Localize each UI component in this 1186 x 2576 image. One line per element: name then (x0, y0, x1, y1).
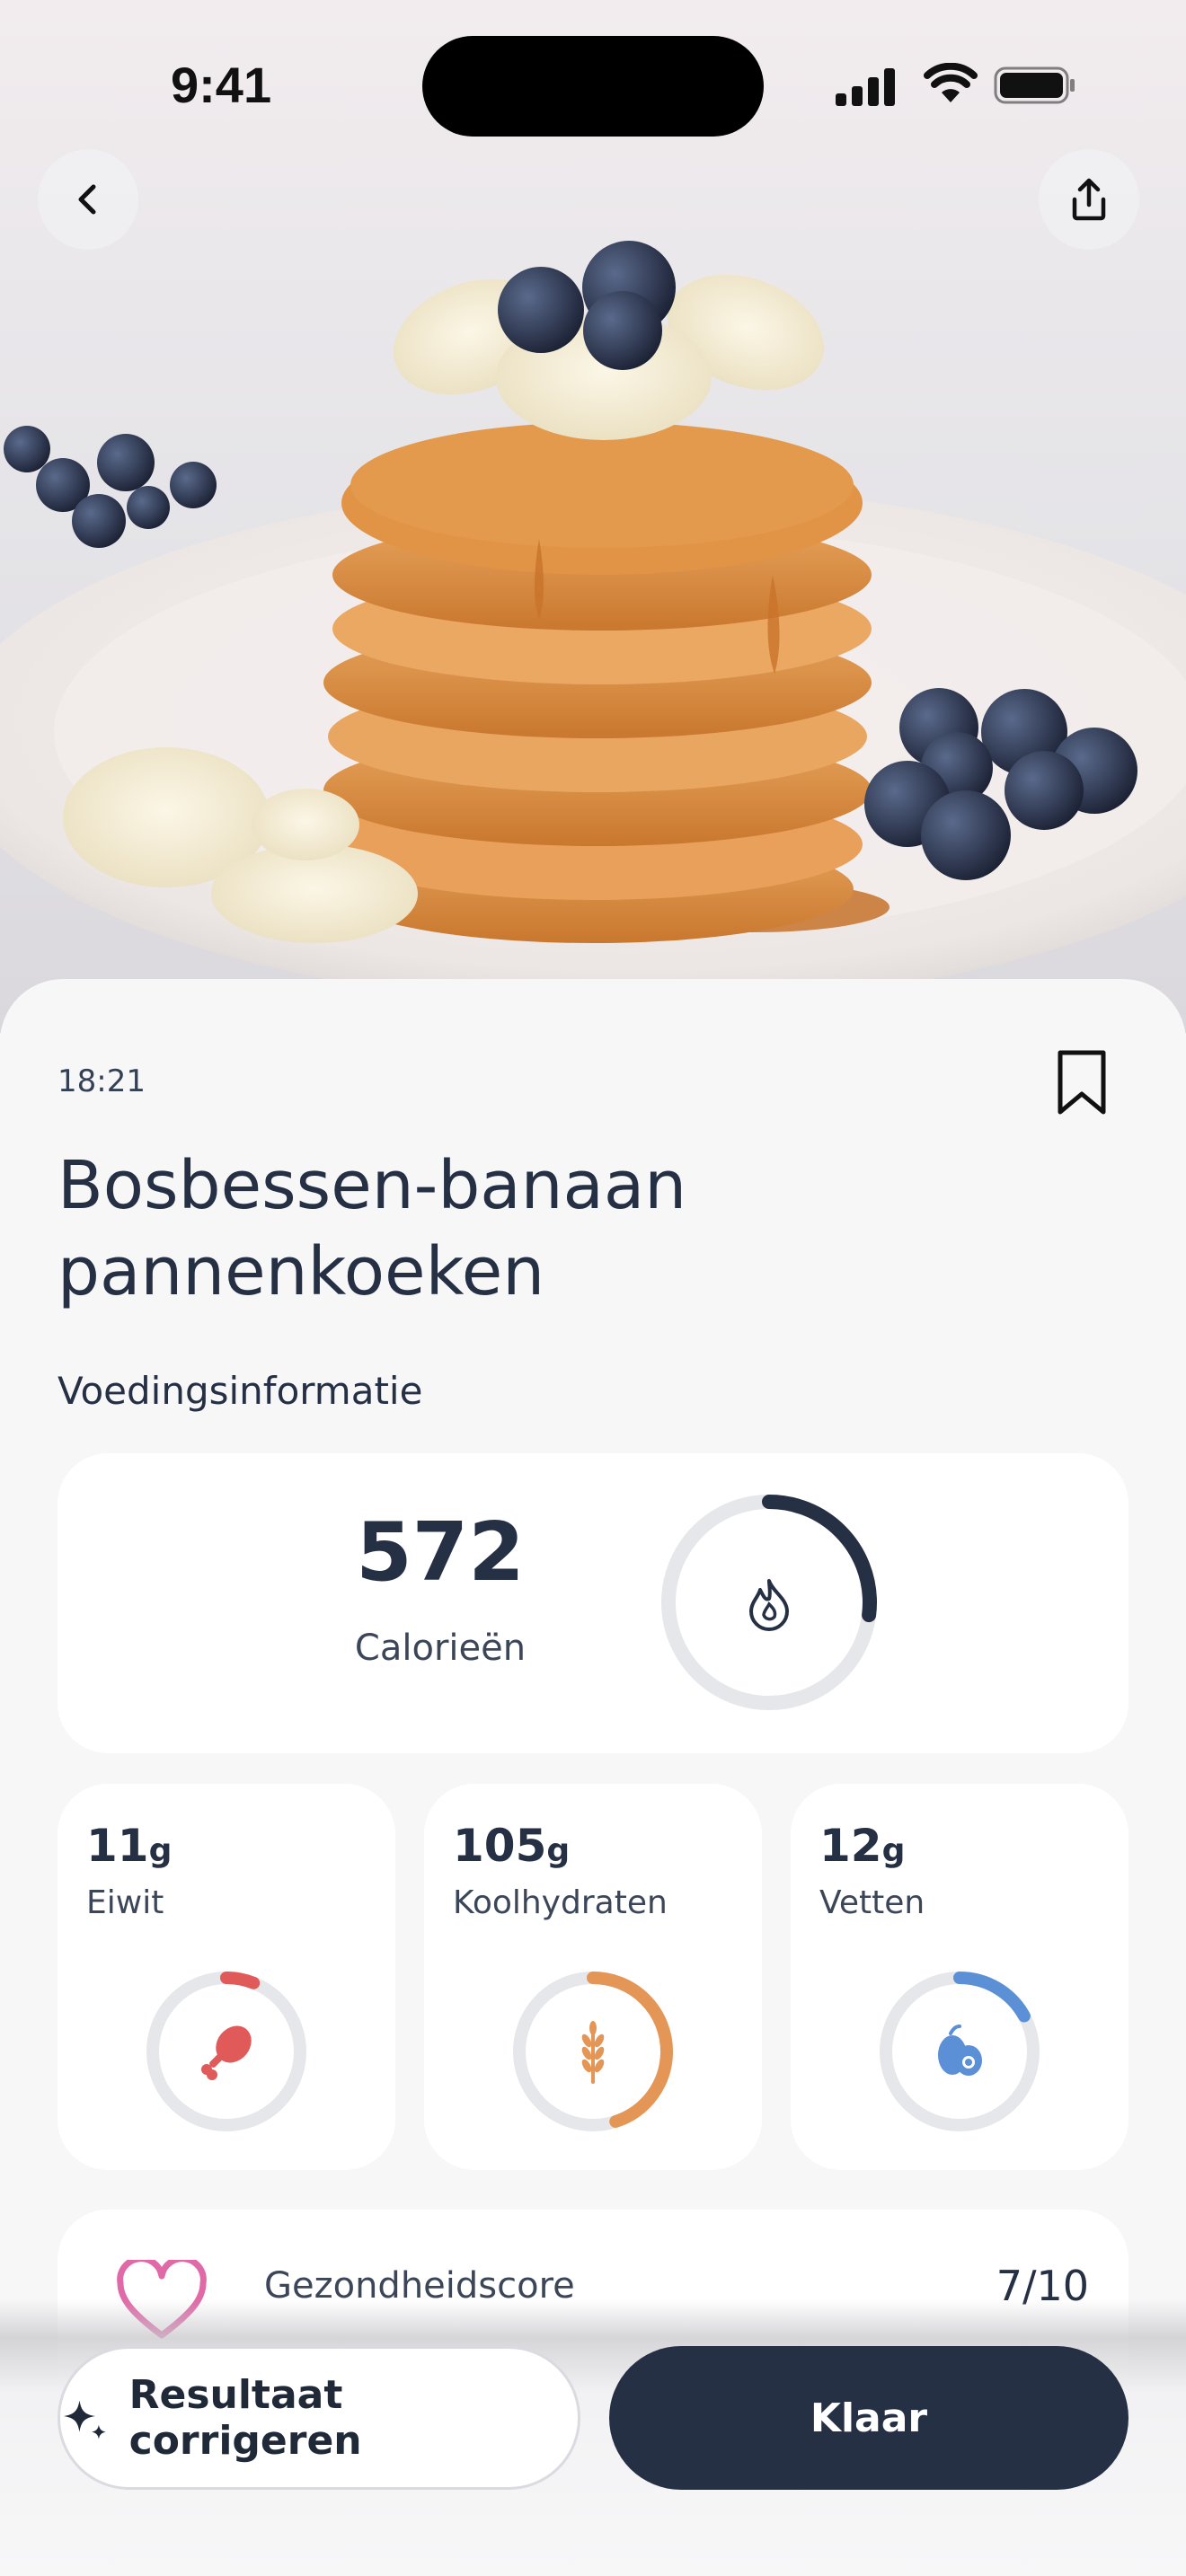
meal-title: Bosbessen-banaan pannenkoeken (58, 1147, 687, 1310)
wheat-icon (581, 2021, 605, 2084)
calories-value: 572 (356, 1505, 525, 1600)
macro-label: Vetten (819, 1884, 925, 1921)
drumstick-icon (201, 2025, 252, 2080)
back-button[interactable] (38, 149, 138, 250)
macro-card-fats[interactable]: 12g Vetten (791, 1784, 1128, 2170)
nutrition-section-label: Voedingsinformatie (58, 1369, 423, 1413)
sparkles-icon (63, 2400, 106, 2439)
calories-ring (661, 1495, 877, 1710)
macro-value: 105g (453, 1820, 571, 1872)
status-bar: 9:41 (0, 0, 1186, 171)
correct-result-label: Resultaat corrigeren (128, 2372, 362, 2464)
battery-icon (994, 66, 1075, 104)
macro-card-carbs[interactable]: 105g Koolhydraten (424, 1784, 762, 2170)
macro-value: 12g (819, 1820, 906, 1872)
done-label: Klaar (810, 2395, 928, 2441)
share-button[interactable] (1039, 149, 1139, 250)
calories-label: Calorieën (354, 1628, 527, 1669)
dynamic-island (422, 36, 764, 137)
wifi-icon (924, 63, 978, 102)
carbs-ring (513, 1972, 673, 2131)
avocado-icon (938, 2025, 982, 2076)
flame-icon (749, 1579, 789, 1631)
correct-result-button[interactable]: Resultaat corrigeren (58, 2346, 580, 2490)
status-time: 9:41 (171, 57, 272, 113)
done-button[interactable]: Klaar (609, 2346, 1128, 2490)
protein-ring (146, 1972, 306, 2131)
macro-value: 11g (86, 1820, 173, 1872)
signal-icon (836, 68, 895, 106)
chevron-left-icon (78, 184, 96, 215)
calories-card[interactable]: 572 Calorieën (58, 1453, 1128, 1753)
macro-label: Eiwit (86, 1884, 164, 1921)
share-icon (1072, 178, 1106, 221)
bookmark-icon[interactable] (1049, 1047, 1114, 1119)
fats-ring (880, 1972, 1040, 2131)
meal-time: 18:21 (58, 1063, 146, 1099)
macro-card-protein[interactable]: 11g Eiwit (58, 1784, 395, 2170)
macro-label: Koolhydraten (453, 1884, 668, 1921)
